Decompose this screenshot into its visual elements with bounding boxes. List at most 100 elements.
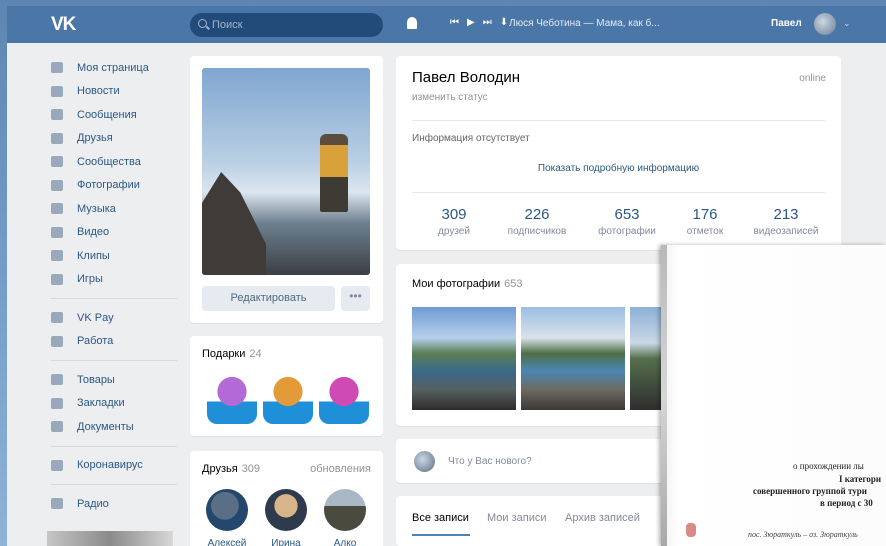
document-line: о прохождении лы — [793, 461, 864, 471]
video-icon — [51, 226, 63, 238]
gamepad-icon — [51, 273, 63, 285]
user-avatar[interactable] — [814, 13, 836, 35]
sidebar-item-music[interactable]: Музыка — [47, 197, 187, 221]
sidebar-item-clips[interactable]: Клипы — [47, 244, 187, 268]
camera-icon — [51, 179, 63, 191]
sidebar-item-documents[interactable]: Документы — [47, 415, 187, 439]
vk-logo[interactable]: VK — [51, 14, 76, 36]
profile-info-card: Павел Володин изменить статус online Инф… — [396, 56, 841, 250]
sidebar-item-news[interactable]: Новости — [47, 80, 187, 104]
my-photos-card: Мои фотографии 653 — [396, 264, 666, 426]
sidebar-item-groups[interactable]: Сообщества — [47, 150, 187, 174]
stat-photos[interactable]: 653 фотографии — [582, 206, 672, 237]
sidebar-item-vk-pay[interactable]: VK Pay — [47, 306, 187, 330]
gift-item[interactable] — [207, 374, 257, 424]
edit-profile-button[interactable]: Редактировать — [202, 286, 335, 311]
avatar — [414, 451, 435, 472]
new-post-placeholder[interactable]: Что у Вас нового? — [448, 456, 532, 467]
stamp-mark — [686, 523, 696, 537]
active-tab-indicator — [412, 534, 470, 536]
sidebar-ad-thumbnail[interactable] — [47, 531, 173, 546]
search-placeholder: Поиск — [212, 19, 243, 31]
star-icon — [51, 397, 63, 409]
sidebar-item-games[interactable]: Игры — [47, 268, 187, 292]
divider — [51, 298, 177, 299]
new-post-box[interactable]: Что у Вас нового? — [396, 439, 666, 483]
previous-track-icon[interactable]: ⏮ — [450, 17, 459, 28]
info-text: Информация отсутствует — [412, 133, 530, 144]
sidebar-item-photos[interactable]: Фотографии — [47, 174, 187, 198]
gift-item[interactable] — [319, 374, 369, 424]
divider — [51, 484, 177, 485]
music-icon — [51, 203, 63, 215]
avatar — [206, 489, 248, 531]
stat-followers[interactable]: 226 подписчиков — [492, 206, 582, 237]
divider — [412, 120, 825, 121]
friend-item[interactable]: Алко — [315, 489, 375, 546]
sidebar-item-video[interactable]: Видео — [47, 221, 187, 245]
sidebar-menu: Моя страница Новости Сообщения Друзья Со… — [47, 56, 187, 516]
friends-updates-link[interactable]: обновления — [310, 463, 371, 475]
sidebar-item-jobs[interactable]: Работа — [47, 330, 187, 354]
chevron-down-icon[interactable]: ⌄ — [843, 18, 851, 29]
tab-my-posts[interactable]: Мои записи — [487, 512, 547, 524]
profile-photo[interactable] — [202, 68, 370, 275]
gifts-header[interactable]: Подарки 24 — [202, 348, 262, 360]
photo-person — [320, 134, 348, 212]
gift-item[interactable] — [263, 374, 313, 424]
current-track[interactable]: Люся Чеботина — Мама, как б... — [509, 18, 660, 29]
sidebar-item-friends[interactable]: Друзья — [47, 127, 187, 151]
photo-thumbnail[interactable] — [521, 307, 625, 410]
divider — [51, 360, 177, 361]
friends-card: Друзья 309 обновления Алексей Ирина Алко — [190, 451, 383, 546]
tab-archive[interactable]: Архив записей — [565, 512, 640, 524]
sidebar-item-messages[interactable]: Сообщения — [47, 103, 187, 127]
shop-icon — [51, 374, 63, 386]
sidebar-item-goods[interactable]: Товары — [47, 368, 187, 392]
friend-icon — [51, 132, 63, 144]
wall-tabs-card: Все записи Мои записи Архив записей — [396, 496, 666, 546]
photos-header[interactable]: Мои фотографии 653 — [412, 278, 523, 290]
groups-icon — [51, 156, 63, 168]
sidebar-item-radio[interactable]: Радио — [47, 492, 187, 516]
friend-item[interactable]: Алексей — [197, 489, 257, 546]
virus-icon — [51, 459, 63, 471]
stat-tags[interactable]: 176 отметок — [660, 206, 750, 237]
document-line: в период с 30 — [820, 498, 873, 508]
next-track-icon[interactable]: ⏭ — [483, 17, 492, 28]
show-details-link[interactable]: Показать подробную информацию — [396, 163, 841, 174]
download-icon[interactable]: ⬇ — [500, 17, 508, 28]
avatar — [324, 489, 366, 531]
sidebar-item-bookmarks[interactable]: Закладки — [47, 392, 187, 416]
radio-icon — [51, 498, 63, 510]
profile-name: Павел Володин — [412, 69, 521, 86]
friend-item[interactable]: Ирина — [256, 489, 316, 546]
sidebar-item-my-page[interactable]: Моя страница — [47, 56, 187, 80]
search-input[interactable]: Поиск — [190, 13, 383, 37]
play-icon[interactable]: ▶ — [467, 17, 475, 28]
bell-icon[interactable] — [407, 17, 417, 29]
home-icon — [51, 62, 63, 74]
message-icon — [51, 109, 63, 121]
photo-thumbnail[interactable] — [412, 307, 516, 410]
pay-icon — [51, 312, 63, 324]
sidebar-item-coronavirus[interactable]: Коронавирус — [47, 454, 187, 478]
top-bar: VK Поиск ⏮ ▶ ⏭ ⬇ Люся Чеботина — Мама, как … — [7, 6, 886, 43]
tab-all-posts[interactable]: Все записи — [412, 512, 469, 524]
document-icon — [51, 421, 63, 433]
document-edge — [661, 245, 667, 546]
briefcase-icon — [51, 335, 63, 347]
document-line: совершенного группой тури — [753, 486, 867, 496]
stat-videos[interactable]: 213 видеозаписей — [741, 206, 831, 237]
avatar — [265, 489, 307, 531]
online-status: online — [799, 73, 826, 84]
friends-header[interactable]: Друзья 309 — [202, 463, 260, 475]
gifts-card: Подарки 24 — [190, 336, 383, 436]
user-name[interactable]: Павел — [771, 18, 802, 29]
divider — [51, 445, 177, 447]
divider — [412, 192, 825, 193]
stat-friends[interactable]: 309 друзей — [409, 206, 499, 237]
news-icon — [51, 85, 63, 97]
more-button[interactable]: ••• — [341, 286, 370, 311]
change-status-link[interactable]: изменить статус — [412, 92, 488, 103]
